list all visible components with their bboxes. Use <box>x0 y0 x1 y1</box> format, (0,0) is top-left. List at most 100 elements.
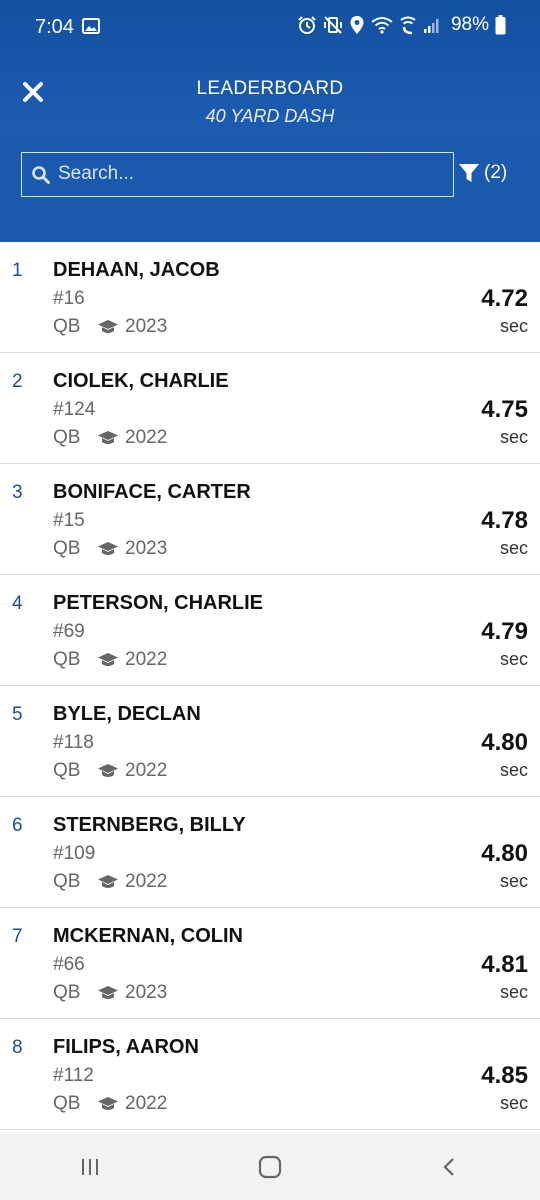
dash-time: 4.79 <box>481 618 528 645</box>
graduation-cap-icon <box>98 320 118 333</box>
time-unit: sec <box>499 760 528 780</box>
rank: 7 <box>12 926 23 947</box>
battery-percent: 98% <box>450 14 489 35</box>
leaderboard-row[interactable]: 7 MCKERNAN, COLIN #66 QB 2023 4.81 sec <box>0 908 540 1019</box>
filter-count: (2) <box>484 162 508 183</box>
time-unit: sec <box>499 649 528 669</box>
jersey-number: #124 <box>53 399 96 420</box>
grad-year: 2022 <box>125 1093 168 1114</box>
grad-year: 2023 <box>125 538 168 559</box>
graduation-cap-icon <box>98 1097 118 1110</box>
home-button[interactable] <box>250 1147 290 1187</box>
home-icon <box>258 1155 282 1178</box>
rank: 4 <box>12 593 23 614</box>
athlete-name: BONIFACE, CARTER <box>53 481 251 503</box>
position: QB <box>53 316 81 337</box>
position: QB <box>53 982 81 1003</box>
vibrate-mute-icon <box>323 16 342 34</box>
leaderboard-row[interactable]: 3 BONIFACE, CARTER #15 QB 2023 4.78 sec <box>0 464 540 575</box>
wifi-icon <box>371 17 393 34</box>
athlete-name: CIOLEK, CHARLIE <box>53 370 229 392</box>
dash-time: 4.78 <box>481 507 528 534</box>
jersey-number: #118 <box>53 732 94 753</box>
time-unit: sec <box>499 982 528 1002</box>
filter-icon <box>459 164 479 182</box>
athlete-name: FILIPS, AARON <box>53 1036 199 1058</box>
athlete-name: DEHAAN, JACOB <box>53 259 220 281</box>
position: QB <box>53 427 81 448</box>
rank: 2 <box>12 371 23 392</box>
time-unit: sec <box>499 538 528 558</box>
rank: 8 <box>12 1037 23 1058</box>
status-time: 7:04 <box>35 16 74 38</box>
leaderboard-row[interactable]: 6 STERNBERG, BILLY #109 QB 2022 4.80 sec <box>0 797 540 908</box>
dash-time: 4.72 <box>481 285 528 312</box>
leaderboard-row[interactable]: 2 CIOLEK, CHARLIE #124 QB 2022 4.75 sec <box>0 353 540 464</box>
image-icon <box>82 18 100 34</box>
position: QB <box>53 1093 81 1114</box>
jersey-number: #66 <box>53 954 85 975</box>
search-icon <box>32 166 50 184</box>
rank: 1 <box>12 260 23 281</box>
header: 7:04 98% LEADERBOARD 40 YARD DASH Search… <box>0 0 540 242</box>
athlete-meta: QB 2022 <box>53 427 167 449</box>
jersey-number: #16 <box>53 288 85 309</box>
athlete-meta: QB 2022 <box>53 871 167 893</box>
athlete-name: PETERSON, CHARLIE <box>53 592 264 614</box>
leaderboard-list: 1 DEHAAN, JACOB #16 QB 2023 4.72 sec 2 C… <box>0 242 540 1130</box>
status-icons: 98% <box>297 14 506 36</box>
athlete-meta: QB 2023 <box>53 538 167 560</box>
graduation-cap-icon <box>98 653 118 666</box>
grad-year: 2022 <box>125 649 168 670</box>
grad-year: 2022 <box>125 427 168 448</box>
dash-time: 4.75 <box>481 396 528 423</box>
graduation-cap-icon <box>98 875 118 888</box>
graduation-cap-icon <box>98 542 118 555</box>
back-icon <box>443 1157 454 1176</box>
rank: 5 <box>12 704 23 725</box>
filter-button[interactable]: (2) <box>458 162 507 184</box>
time-unit: sec <box>499 871 528 891</box>
dash-time: 4.81 <box>481 951 528 978</box>
rank: 3 <box>12 482 23 503</box>
signal-icon <box>423 19 439 33</box>
jersey-number: #15 <box>53 510 85 531</box>
leaderboard-row[interactable]: 8 FILIPS, AARON #112 QB 2022 4.85 sec <box>0 1019 540 1130</box>
grad-year: 2022 <box>125 871 168 892</box>
dash-time: 4.80 <box>481 729 528 756</box>
grad-year: 2023 <box>125 982 168 1003</box>
location-icon <box>350 16 364 34</box>
jersey-number: #69 <box>53 621 85 642</box>
search-input[interactable] <box>58 153 448 195</box>
dash-time: 4.80 <box>481 840 528 867</box>
position: QB <box>53 649 81 670</box>
athlete-name: STERNBERG, BILLY <box>53 814 246 836</box>
battery-icon <box>495 15 506 35</box>
search-box[interactable] <box>21 152 454 197</box>
athlete-meta: QB 2023 <box>53 982 167 1004</box>
alarm-icon <box>298 16 316 34</box>
leaderboard-row[interactable]: 1 DEHAAN, JACOB #16 QB 2023 4.72 sec <box>0 242 540 353</box>
jersey-number: #109 <box>53 843 96 864</box>
back-button[interactable] <box>430 1147 470 1187</box>
leaderboard-row[interactable]: 5 BYLE, DECLAN #118 QB 2022 4.80 sec <box>0 686 540 797</box>
recent-apps-button[interactable] <box>70 1147 110 1187</box>
leaderboard-row[interactable]: 4 PETERSON, CHARLIE #69 QB 2022 4.79 sec <box>0 575 540 686</box>
time-unit: sec <box>499 1093 528 1113</box>
page-title: LEADERBOARD <box>196 78 344 99</box>
wifi-calling-icon <box>400 16 416 35</box>
position: QB <box>53 871 81 892</box>
grad-year: 2022 <box>125 760 168 781</box>
time-unit: sec <box>499 316 528 336</box>
athlete-meta: QB 2023 <box>53 316 167 338</box>
recent-apps-icon <box>82 1158 98 1175</box>
system-nav-bar <box>0 1133 540 1200</box>
dash-time: 4.85 <box>481 1062 528 1089</box>
position: QB <box>53 760 81 781</box>
grad-year: 2023 <box>125 316 168 337</box>
time-unit: sec <box>499 427 528 447</box>
page-subtitle: 40 YARD DASH <box>205 106 335 126</box>
graduation-cap-icon <box>98 764 118 777</box>
athlete-name: MCKERNAN, COLIN <box>53 925 243 947</box>
athlete-meta: QB 2022 <box>53 649 167 671</box>
